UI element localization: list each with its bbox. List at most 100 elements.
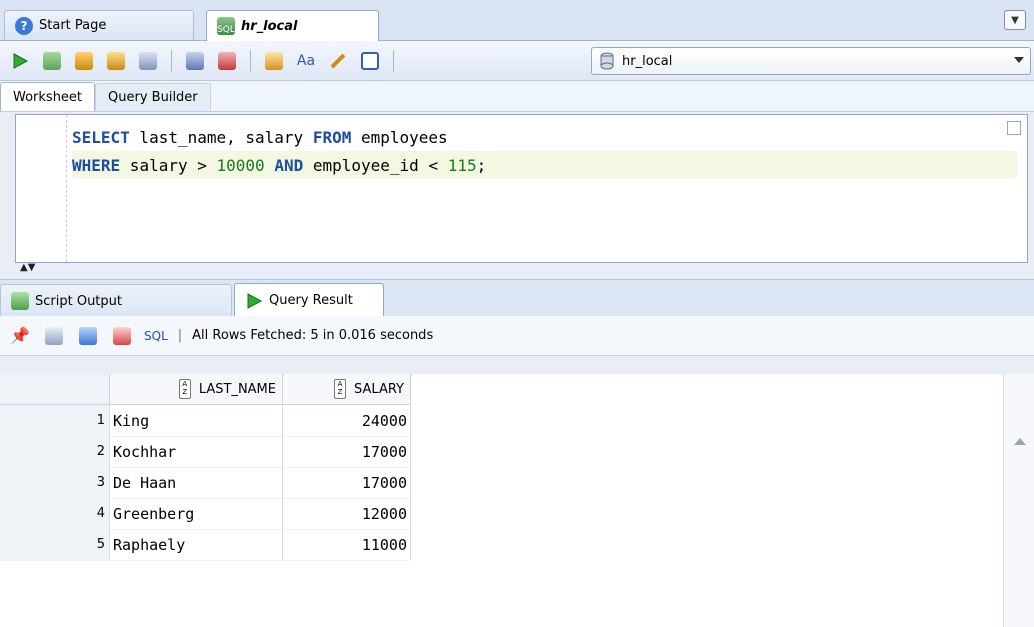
splitter-arrows-icon[interactable]: ▲▼ [20, 263, 35, 273]
column-header-last-name[interactable]: AZ LAST_NAME [110, 374, 283, 404]
cell-salary[interactable]: 11000 [283, 529, 411, 560]
sort-icon: AZ [334, 379, 347, 399]
fetch-status: All Rows Fetched: 5 in 0.016 seconds [192, 328, 434, 343]
refresh-button[interactable] [76, 324, 100, 348]
toolbar-separator [393, 49, 394, 72]
unshared-sql-icon [218, 51, 236, 70]
table-row[interactable]: 2 Kochhar 17000 [0, 436, 411, 468]
cell-last-name[interactable]: King [110, 405, 283, 436]
connection-select[interactable]: hr_local [591, 47, 1031, 75]
toolbar-separator [171, 49, 172, 72]
clear-icon [330, 53, 346, 68]
row-number-header [0, 374, 110, 404]
document-tabbar: ? Start Page SQL hr_local ▼ [0, 0, 1034, 41]
sql-connection-icon: SQL [217, 17, 235, 35]
commit-button[interactable] [72, 49, 96, 73]
print-icon [45, 326, 63, 345]
line-gutter [16, 115, 67, 262]
cell-last-name[interactable]: De Haan [110, 467, 283, 498]
explain-plan-button[interactable] [183, 49, 207, 73]
row-number: 5 [0, 529, 110, 560]
tab-label: Worksheet [13, 89, 83, 105]
tab-label: Script Output [35, 293, 122, 309]
run-statement-icon [13, 52, 29, 69]
sql-text: last_name, salary [129, 127, 313, 147]
sql-number: 10000 [216, 155, 265, 175]
tab-list-dropdown-button[interactable]: ▼ [1004, 10, 1026, 30]
autotrace-button[interactable] [136, 49, 160, 73]
format-button[interactable]: Aa [294, 49, 318, 73]
unshared-sql-button[interactable] [215, 49, 239, 73]
sql-keyword: AND [274, 155, 304, 175]
tab-script-output[interactable]: Script Output [0, 284, 232, 317]
tab-start-page[interactable]: ? Start Page [4, 10, 194, 40]
chevron-down-icon [1014, 57, 1024, 63]
sql-keyword: WHERE [72, 155, 121, 175]
cell-last-name[interactable]: Kochhar [110, 436, 283, 467]
sql-text: employees [351, 127, 448, 147]
tab-hr-local[interactable]: SQL hr_local [206, 10, 379, 41]
rollback-icon [107, 51, 125, 70]
print-button[interactable] [42, 324, 66, 348]
tab-label: Query Builder [108, 90, 198, 105]
cell-salary[interactable]: 24000 [283, 405, 411, 436]
pin-button[interactable]: 📌 [8, 324, 32, 348]
delete-icon [113, 326, 131, 345]
sql-text: ; [476, 155, 487, 175]
help-icon: ? [15, 16, 33, 35]
sql-editor[interactable]: SELECT last_name, salary FROM employees … [15, 114, 1028, 263]
table-row[interactable]: 3 De Haan 17000 [0, 467, 411, 499]
tab-label: Query Result [269, 293, 353, 308]
column-header-label: SALARY [354, 381, 404, 397]
sql-keyword: FROM [312, 127, 352, 147]
scroll-up-icon[interactable] [1014, 438, 1026, 445]
cell-salary[interactable]: 12000 [283, 498, 411, 529]
refresh-icon [79, 326, 97, 345]
table-row[interactable]: 4 Greenberg 12000 [0, 498, 411, 530]
sql-link[interactable]: SQL [144, 329, 168, 343]
sql-line-2: WHERE salary > 10000 AND employee_id < 1… [72, 151, 1017, 179]
explain-plan-icon [186, 51, 204, 70]
commit-icon [75, 51, 93, 70]
separator: | [177, 328, 183, 343]
cell-salary[interactable]: 17000 [283, 436, 411, 467]
cell-salary[interactable]: 17000 [283, 467, 411, 498]
sql-tuning-button[interactable] [262, 49, 286, 73]
rollback-button[interactable] [104, 49, 128, 73]
tab-label: Start Page [39, 18, 107, 33]
table-row[interactable]: 5 Raphaely 11000 [0, 529, 411, 561]
sort-icon: AZ [178, 379, 191, 399]
editor-corner-checkbox[interactable] [1007, 121, 1021, 135]
run-statement-button[interactable] [8, 49, 32, 73]
sql-line-1: SELECT last_name, salary FROM employees [72, 123, 1017, 151]
history-button[interactable] [358, 49, 382, 73]
cell-last-name[interactable]: Greenberg [110, 498, 283, 529]
vertical-scrollbar[interactable] [1003, 374, 1034, 627]
format-icon: Aa [296, 52, 316, 69]
delete-button[interactable] [110, 324, 134, 348]
worksheet-subtabs: Worksheet Query Builder [0, 81, 1034, 112]
grid-header: AZ LAST_NAME AZ SALARY [0, 374, 411, 405]
row-number: 3 [0, 467, 110, 498]
results-grid: AZ LAST_NAME AZ SALARY 1 King 24000 2 Ko… [0, 374, 1034, 627]
tab-label: hr_local [241, 18, 298, 34]
run-script-icon [43, 51, 61, 70]
connection-label: hr_local [622, 53, 673, 69]
cell-last-name[interactable]: Raphaely [110, 529, 283, 560]
tab-worksheet[interactable]: Worksheet [0, 82, 96, 111]
row-number: 2 [0, 436, 110, 467]
column-header-label: LAST_NAME [198, 381, 276, 397]
toolbar-separator [250, 49, 251, 72]
autotrace-icon [139, 51, 157, 70]
run-script-button[interactable] [40, 49, 64, 73]
history-icon [361, 51, 379, 70]
connection-db-icon [600, 52, 614, 70]
clear-button[interactable] [326, 49, 350, 73]
tab-query-builder[interactable]: Query Builder [95, 83, 211, 111]
column-header-salary[interactable]: AZ SALARY [283, 374, 411, 404]
sql-text: salary > [120, 155, 217, 175]
pin-icon: 📌 [10, 326, 30, 345]
tab-query-result[interactable]: Query Result [234, 283, 384, 317]
table-row[interactable]: 1 King 24000 [0, 405, 411, 437]
